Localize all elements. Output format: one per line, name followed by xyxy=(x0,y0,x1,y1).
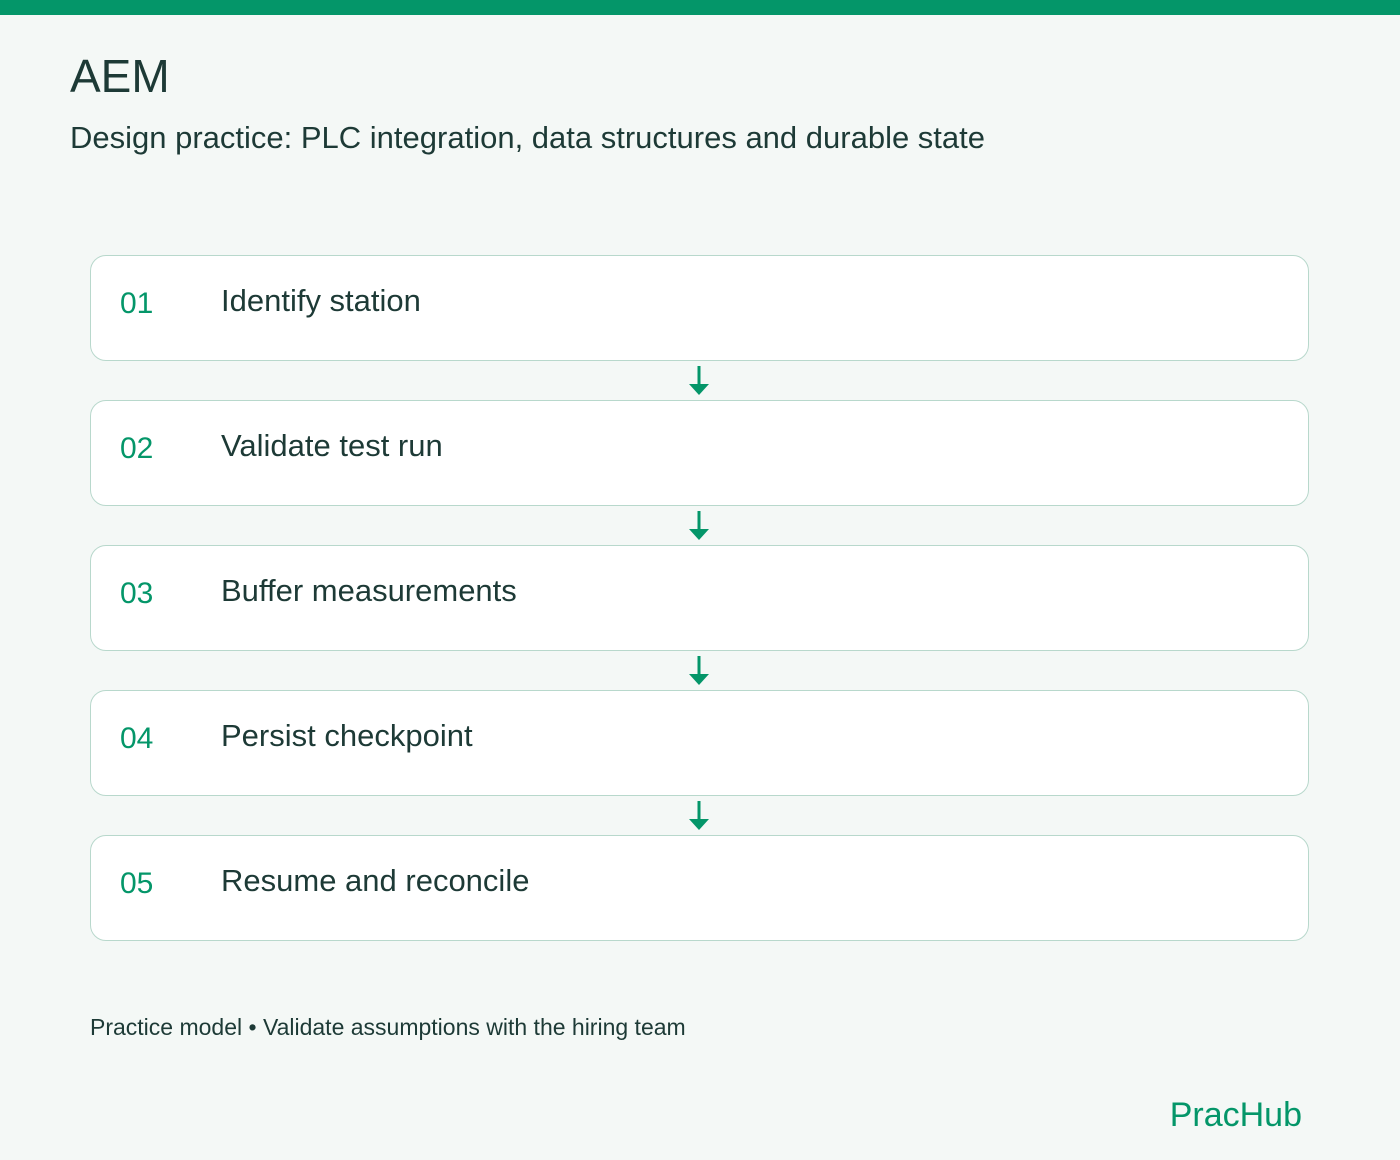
step-number: 03 xyxy=(120,577,154,610)
step-label: Resume and reconcile xyxy=(221,863,530,898)
step-card-1: 01 Identify station xyxy=(90,255,1309,361)
step-label: Validate test run xyxy=(221,428,443,463)
footnote: Practice model • Validate assumptions wi… xyxy=(90,1014,686,1040)
arrow-down-icon xyxy=(689,511,709,540)
step-card-3: 03 Buffer measurements xyxy=(90,545,1309,651)
page-subtitle: Design practice: PLC integration, data s… xyxy=(70,120,986,155)
step-number: 02 xyxy=(120,432,154,465)
step-label: Identify station xyxy=(221,283,421,318)
top-accent-bar xyxy=(0,0,1400,15)
step-label: Buffer measurements xyxy=(221,573,517,608)
step-card-5: 05 Resume and reconcile xyxy=(90,835,1309,941)
step-card-2: 02 Validate test run xyxy=(90,400,1309,506)
page-title: AEM xyxy=(70,50,170,102)
arrow-down-icon xyxy=(689,656,709,685)
arrow-down-icon xyxy=(689,801,709,830)
arrow-down-icon xyxy=(689,366,709,395)
step-label: Persist checkpoint xyxy=(221,718,473,753)
step-number: 05 xyxy=(120,867,154,900)
step-number: 04 xyxy=(120,722,154,755)
brand-logo: PracHub xyxy=(1169,1096,1302,1134)
step-card-4: 04 Persist checkpoint xyxy=(90,690,1309,796)
step-number: 01 xyxy=(120,287,154,320)
